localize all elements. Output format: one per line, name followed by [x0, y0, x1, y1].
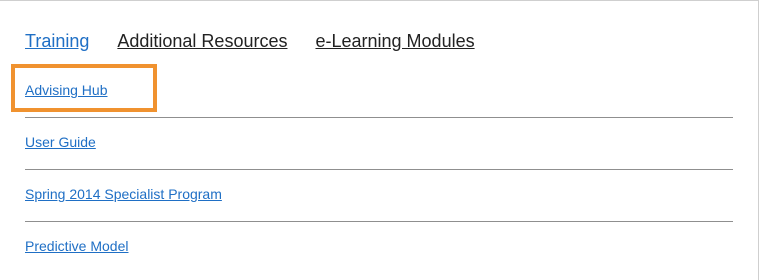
spring-2014-specialist-program-link[interactable]: Spring 2014 Specialist Program — [25, 186, 222, 202]
tab-training[interactable]: Training — [25, 30, 89, 52]
training-link-list: Advising Hub User Guide Spring 2014 Spec… — [25, 65, 733, 273]
tab-additional-resources[interactable]: Additional Resources — [117, 30, 287, 52]
list-item: Spring 2014 Specialist Program — [25, 169, 733, 221]
list-item: Advising Hub — [25, 65, 733, 117]
tab-e-learning-modules[interactable]: e-Learning Modules — [315, 30, 474, 52]
list-item: Predictive Model — [25, 221, 733, 273]
advising-hub-link[interactable]: Advising Hub — [25, 82, 108, 98]
resources-panel: Training Additional Resources e-Learning… — [0, 0, 759, 280]
predictive-model-link[interactable]: Predictive Model — [25, 238, 129, 254]
tab-bar: Training Additional Resources e-Learning… — [25, 30, 503, 52]
user-guide-link[interactable]: User Guide — [25, 134, 96, 150]
list-item: User Guide — [25, 117, 733, 169]
